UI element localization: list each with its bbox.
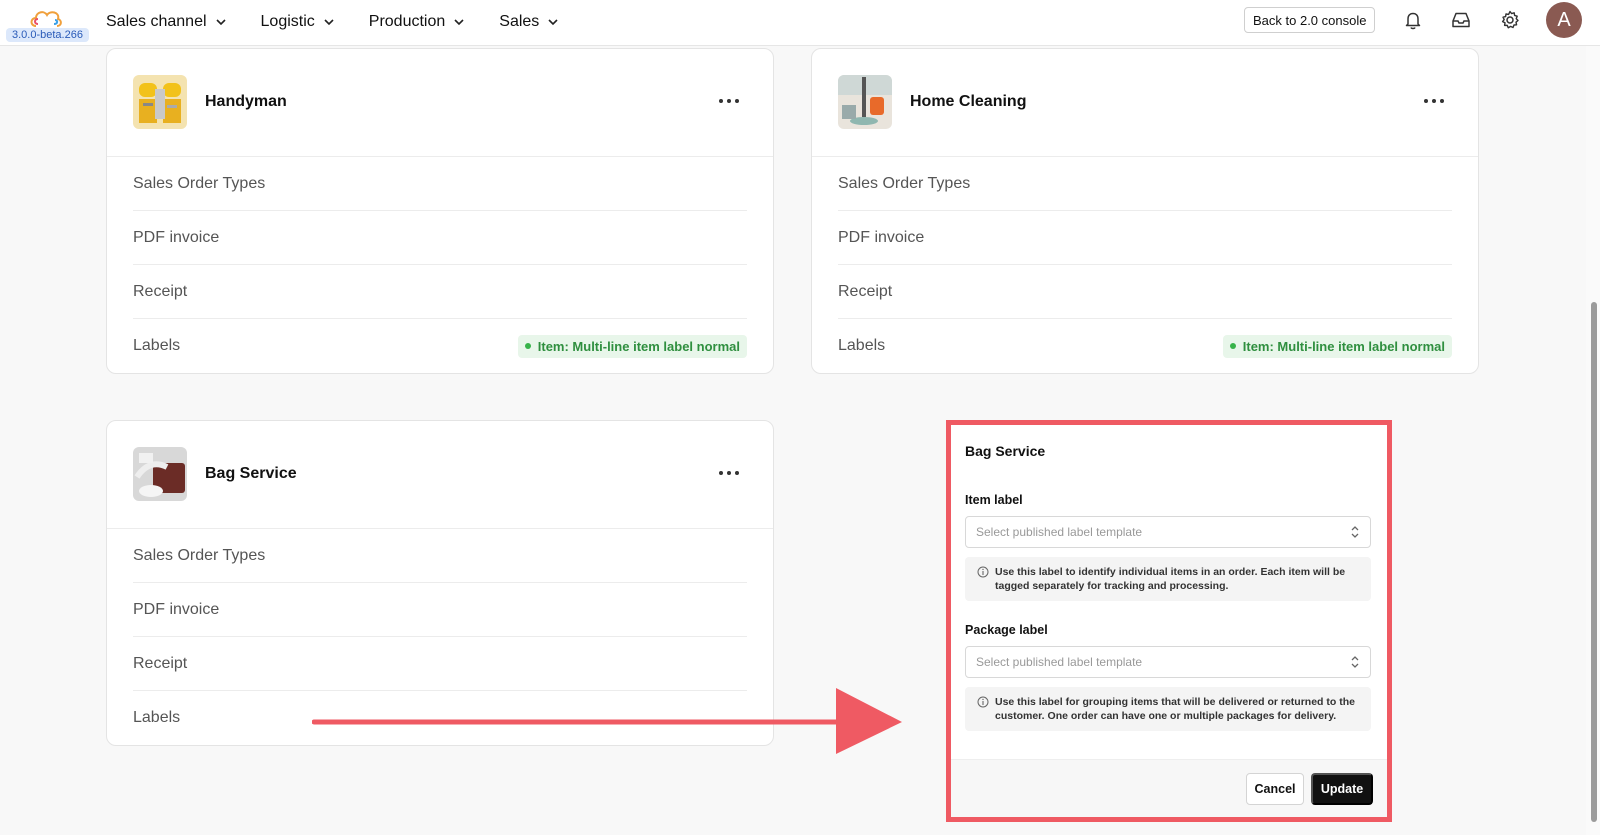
chevron-down-icon (215, 19, 226, 26)
chevron-up-down-icon (1351, 526, 1359, 538)
update-button[interactable]: Update (1311, 773, 1373, 805)
chevron-down-icon (324, 19, 334, 26)
item-label-info: Use this label to identify individual it… (965, 557, 1371, 601)
card-title: Home Cleaning (910, 93, 1027, 110)
bell-icon[interactable] (1402, 9, 1424, 31)
status-dot-icon (524, 343, 531, 349)
label-settings-dialog: Bag Service Item label Select published … (951, 425, 1387, 817)
dialog-title: Bag Service (965, 443, 1046, 459)
item-label-heading: Item label (965, 493, 1023, 507)
nav-sales-channel[interactable]: Sales channel (106, 13, 227, 31)
info-icon (977, 566, 989, 578)
card-row-receipt[interactable]: Receipt (133, 265, 747, 319)
card-rows: Sales Order Types PDF invoice Receipt La… (812, 157, 1478, 373)
nav-label: Sales channel (106, 13, 207, 30)
row-label: Sales Order Types (133, 174, 266, 192)
top-navigation-bar: 3.0.0-beta.266 Sales channel Logistic Pr… (0, 0, 1600, 46)
info-icon (977, 696, 989, 708)
chevron-down-icon (548, 19, 558, 26)
back-to-console-button[interactable]: Back to 2.0 console (1244, 7, 1376, 33)
channel-thumbnail (838, 75, 892, 129)
nav-label: Sales (499, 13, 540, 30)
card-row-pdf-invoice[interactable]: PDF invoice (838, 211, 1452, 265)
chevron-down-icon (454, 19, 464, 26)
sales-channel-card-handyman: Handyman Sales Order Types PDF invoice R… (106, 48, 774, 374)
main-nav: Sales channel Logistic Production Sales (106, 0, 559, 44)
row-label: PDF invoice (838, 228, 925, 246)
item-label-select[interactable]: Select published label template (965, 516, 1371, 548)
row-label: Sales Order Types (838, 174, 971, 192)
package-label-heading: Package label (965, 623, 1048, 637)
card-row-pdf-invoice[interactable]: PDF invoice (133, 583, 747, 637)
card-row-receipt[interactable]: Receipt (133, 637, 747, 691)
package-label-info: Use this label for grouping items that w… (965, 687, 1371, 731)
card-row-sales-order-types[interactable]: Sales Order Types (838, 157, 1452, 211)
badge-text: Item: Multi-line item label normal (1242, 338, 1445, 354)
row-label: PDF invoice (133, 600, 220, 618)
card-rows: Sales Order Types PDF invoice Receipt La… (107, 157, 773, 373)
card-title: Handyman (205, 93, 287, 110)
avatar[interactable]: A (1546, 2, 1582, 38)
row-label: Receipt (838, 282, 893, 300)
package-label-select[interactable]: Select published label template (965, 646, 1371, 678)
card-header: Handyman (107, 49, 773, 157)
chevron-up-down-icon (1351, 656, 1359, 668)
row-label: Labels (133, 337, 181, 354)
nav-sales[interactable]: Sales (499, 13, 559, 31)
row-label: Receipt (133, 282, 188, 300)
row-label: Labels (133, 709, 181, 726)
scrollbar-thumb[interactable] (1591, 302, 1597, 822)
sales-channel-card-home-cleaning: Home Cleaning Sales Order Types PDF invo… (811, 48, 1479, 374)
more-options-icon[interactable] (1424, 93, 1444, 109)
more-options-icon[interactable] (719, 465, 739, 481)
card-header: Home Cleaning (812, 49, 1478, 157)
inbox-icon[interactable] (1450, 9, 1472, 31)
select-placeholder: Select published label template (976, 525, 1143, 539)
channel-thumbnail (133, 447, 187, 501)
card-row-labels[interactable]: Labels Item: Multi-line item label norma… (133, 319, 747, 373)
more-options-icon[interactable] (719, 93, 739, 109)
nav-logistic[interactable]: Logistic (261, 13, 335, 31)
select-placeholder: Select published label template (976, 655, 1143, 669)
row-label: Sales Order Types (133, 546, 266, 564)
gear-icon[interactable] (1499, 9, 1521, 31)
info-text: Use this label to identify individual it… (995, 566, 1346, 592)
row-label: Labels (838, 337, 886, 354)
label-status-badge: Item: Multi-line item label normal (1222, 334, 1452, 358)
channel-thumbnail (133, 75, 187, 129)
label-status-badge: Item: Multi-line item label normal (517, 334, 747, 358)
card-row-receipt[interactable]: Receipt (838, 265, 1452, 319)
cloud-logo-icon[interactable] (28, 6, 64, 30)
card-title: Bag Service (205, 465, 297, 482)
card-row-labels[interactable]: Labels Item: Multi-line item label norma… (838, 319, 1452, 373)
card-row-sales-order-types[interactable]: Sales Order Types (133, 529, 747, 583)
cancel-button[interactable]: Cancel (1246, 773, 1304, 805)
row-label: Receipt (133, 654, 188, 672)
version-badge: 3.0.0-beta.266 (6, 28, 89, 42)
card-header: Bag Service (107, 421, 773, 529)
nav-label: Production (368, 13, 446, 30)
nav-production[interactable]: Production (369, 13, 466, 31)
card-row-pdf-invoice[interactable]: PDF invoice (133, 211, 747, 265)
nav-label: Logistic (260, 13, 315, 30)
dialog-footer: Cancel Update (951, 759, 1387, 817)
annotation-arrow-icon (312, 688, 902, 754)
badge-text: Item: Multi-line item label normal (537, 338, 740, 354)
info-text: Use this label for grouping items that w… (995, 696, 1355, 722)
row-label: PDF invoice (133, 228, 220, 246)
status-dot-icon (1229, 343, 1236, 349)
card-row-sales-order-types[interactable]: Sales Order Types (133, 157, 747, 211)
